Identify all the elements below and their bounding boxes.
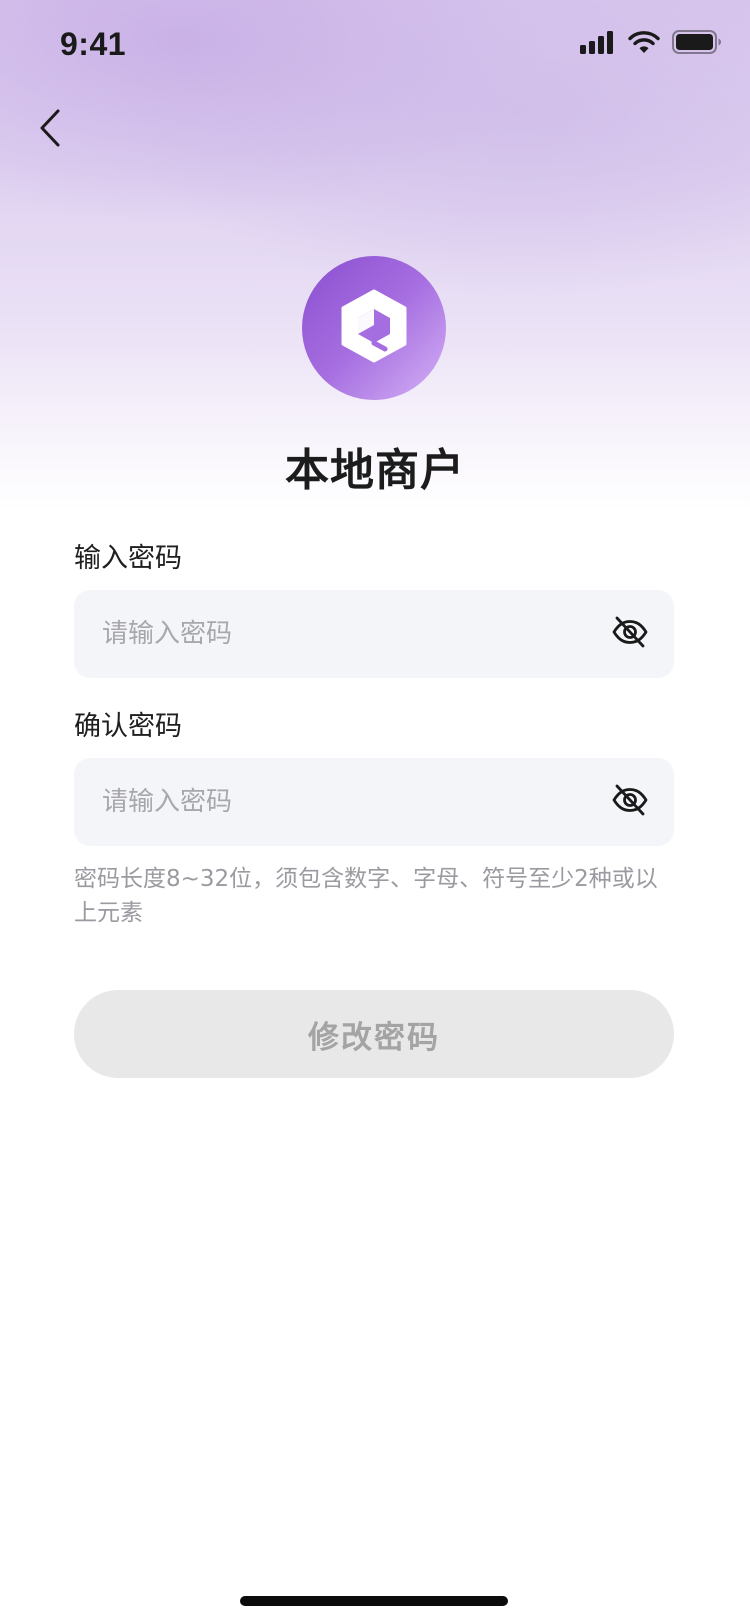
password-field[interactable] bbox=[74, 590, 674, 678]
wifi-icon bbox=[628, 30, 660, 58]
chevron-left-icon bbox=[39, 109, 61, 151]
password-label: 输入密码 bbox=[74, 543, 182, 574]
battery-icon bbox=[672, 30, 722, 58]
eye-slash-icon bbox=[611, 615, 649, 653]
status-time: 9:41 bbox=[60, 26, 127, 62]
confirm-password-visibility-toggle[interactable] bbox=[610, 782, 650, 822]
change-password-button[interactable]: 修改密码 bbox=[74, 990, 674, 1078]
confirm-password-input[interactable] bbox=[100, 771, 610, 833]
password-visibility-toggle[interactable] bbox=[610, 614, 650, 654]
status-icons bbox=[580, 30, 722, 58]
cellular-signal-icon bbox=[580, 30, 616, 58]
back-button[interactable] bbox=[30, 106, 70, 154]
confirm-password-field[interactable] bbox=[74, 758, 674, 846]
app-logo bbox=[302, 256, 446, 400]
status-bar: 9:41 bbox=[0, 0, 750, 88]
merchant-title: 本地商户 bbox=[285, 445, 465, 496]
confirm-password-label: 确认密码 bbox=[74, 711, 182, 742]
hexagon-cube-logo-icon bbox=[333, 285, 415, 371]
eye-slash-icon bbox=[611, 783, 649, 821]
password-rules-hint: 密码长度8~32位，须包含数字、字母、符号至少2种或以上元素 bbox=[74, 866, 658, 926]
password-input[interactable] bbox=[100, 603, 610, 665]
home-indicator bbox=[240, 1596, 508, 1606]
